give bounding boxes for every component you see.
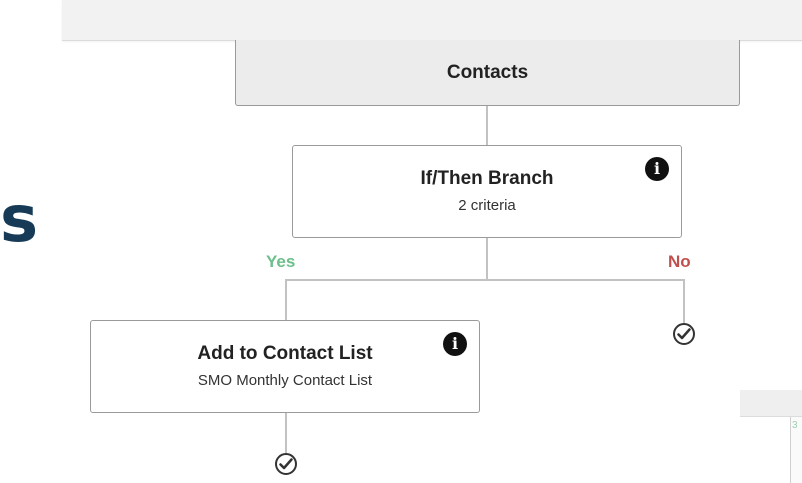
ifthen-node-title: If/Then Branch <box>420 167 554 189</box>
info-icon[interactable]: i <box>443 332 467 356</box>
contacts-node[interactable]: Contacts <box>235 40 740 106</box>
contacts-node-title: Contacts <box>446 61 529 83</box>
side-panel-fragment: 3 <box>792 420 798 431</box>
connector-addlist-down <box>285 413 287 453</box>
connector-yes-down <box>285 279 287 320</box>
branch-no-label: No <box>668 252 691 271</box>
check-circle-icon[interactable] <box>673 323 695 345</box>
ifthen-branch-node[interactable]: If/Then Branch 2 criteria <box>292 145 682 238</box>
ifthen-node-subtitle: 2 criteria <box>458 196 516 214</box>
side-panel-header <box>740 390 802 417</box>
connector-branch-stem <box>486 238 488 280</box>
connector-branch-horizontal <box>285 279 685 281</box>
branch-yes-label: Yes <box>266 252 296 271</box>
connector-no-down <box>683 279 685 323</box>
check-circle-icon[interactable] <box>275 453 297 475</box>
connector-contacts-to-branch <box>486 106 488 145</box>
top-toolbar <box>62 0 802 41</box>
info-icon[interactable]: i <box>645 157 669 181</box>
add-list-node-subtitle: SMO Monthly Contact List <box>197 371 373 389</box>
add-to-contact-list-node[interactable]: Add to Contact List SMO Monthly Contact … <box>90 320 480 413</box>
add-list-node-title: Add to Contact List <box>197 342 373 364</box>
background-heading-fragment: s <box>0 183 39 257</box>
